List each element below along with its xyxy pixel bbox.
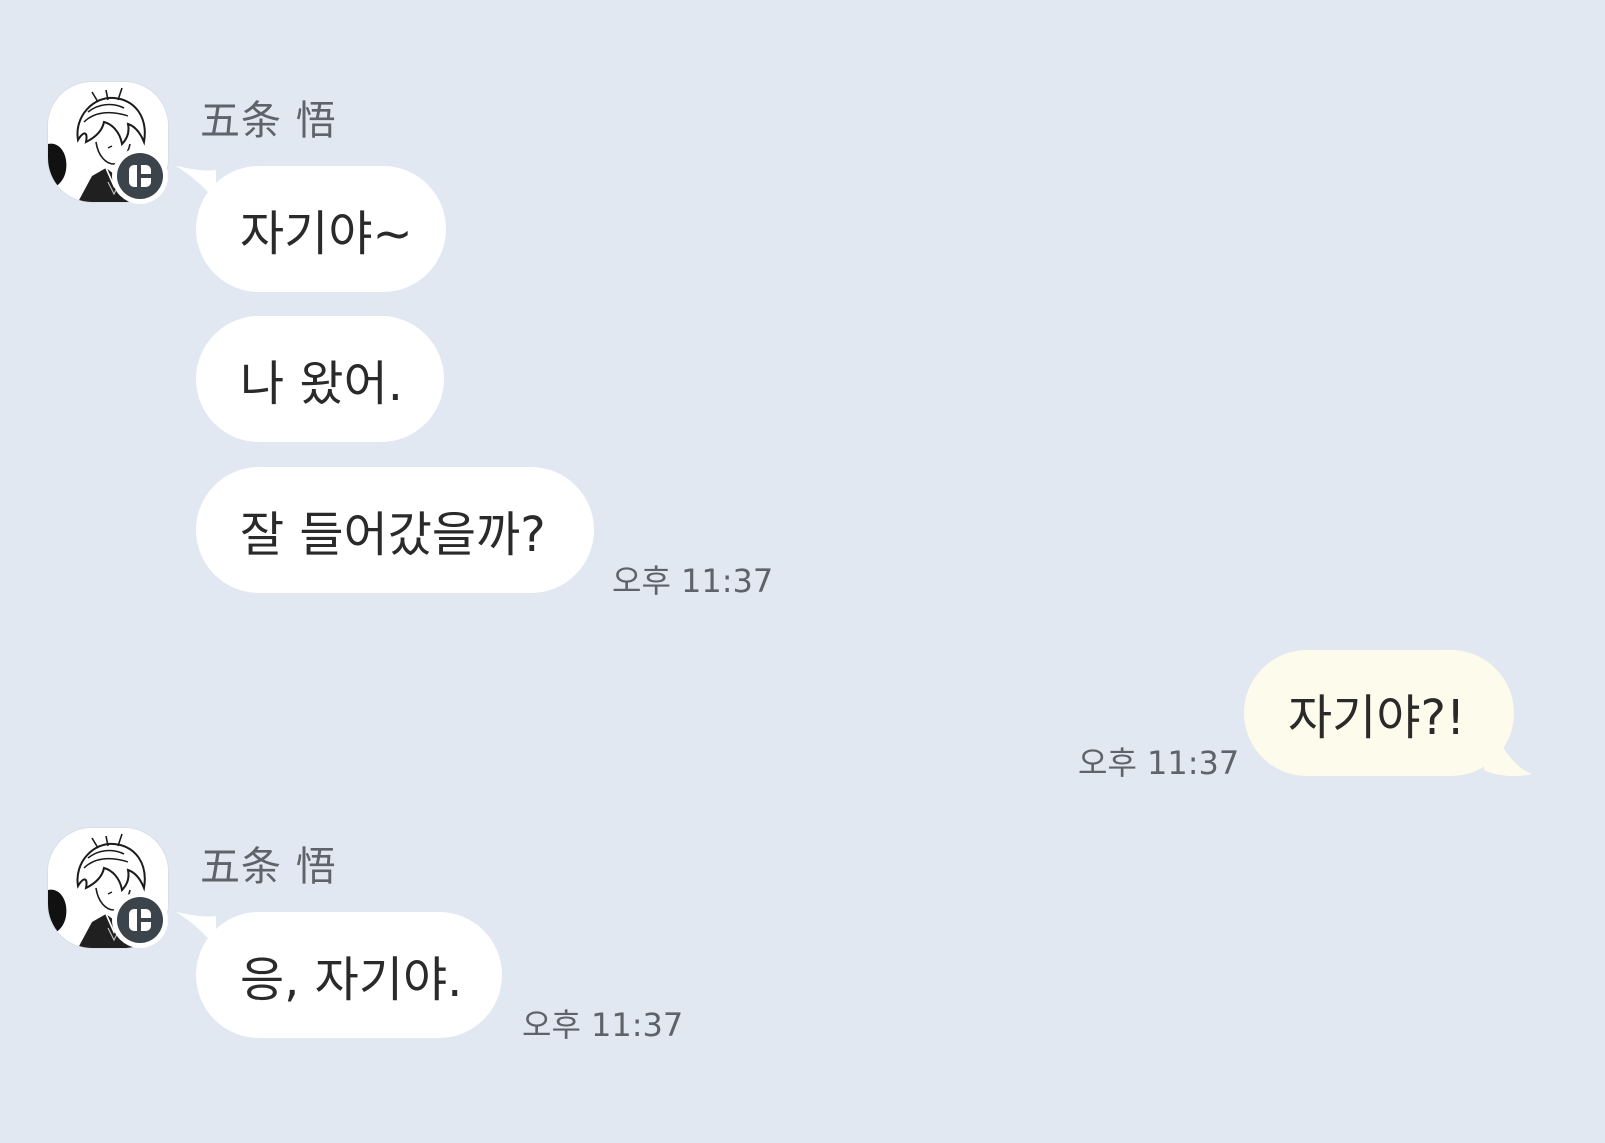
message-timestamp: 오후 11:37: [612, 562, 774, 600]
message-bubble[interactable]: 잘 들어갔을까?: [196, 467, 594, 593]
message-text: 잘 들어갔을까?: [240, 507, 546, 563]
message-text: 응, 자기야.: [240, 952, 463, 1008]
message-bubble[interactable]: 자기야~: [196, 166, 446, 292]
message-text: 나 왔어.: [240, 356, 403, 412]
message-text: 자기야~: [240, 206, 413, 262]
message-bubble[interactable]: 응, 자기야.: [196, 912, 502, 1038]
bubble-tail: [1484, 730, 1532, 777]
chat-badge-icon: [112, 892, 168, 948]
message-timestamp: 오후 11:37: [1078, 744, 1240, 782]
sender-name: 五条 悟: [200, 844, 337, 890]
message-bubble[interactable]: 나 왔어.: [196, 316, 444, 442]
sender-name: 五条 悟: [200, 98, 337, 144]
message-text: 자기야?!: [1288, 690, 1466, 746]
message-timestamp: 오후 11:37: [522, 1006, 684, 1044]
message-bubble-mine[interactable]: 자기야?!: [1244, 650, 1514, 776]
chat-badge-icon: [112, 148, 168, 204]
